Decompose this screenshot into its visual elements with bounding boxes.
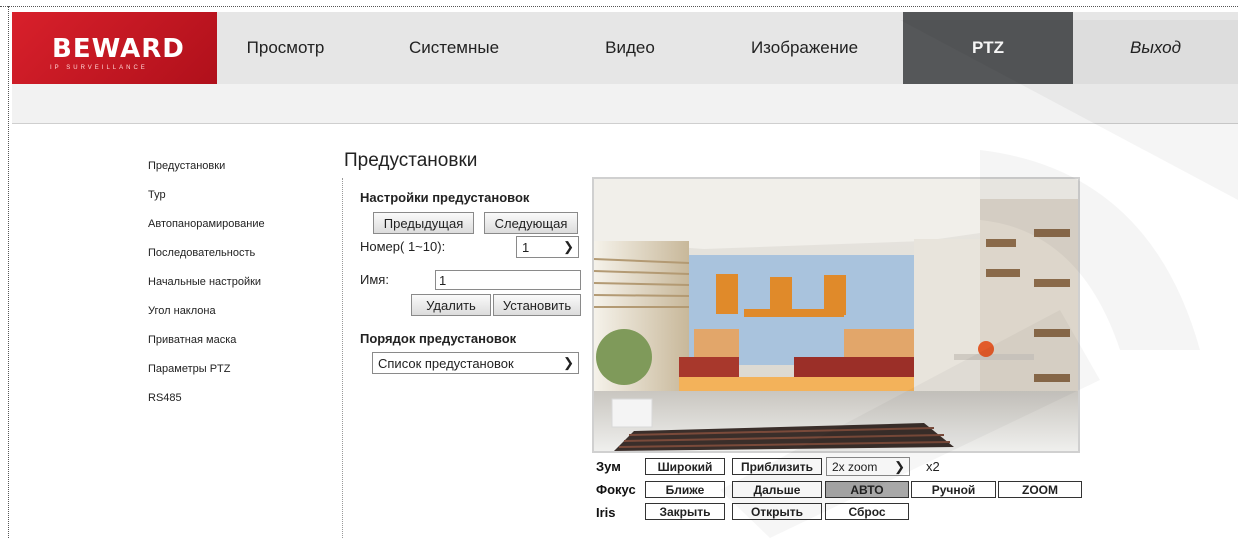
- preset-name-label: Имя:: [360, 272, 389, 287]
- preset-order-title: Порядок предустановок: [360, 331, 517, 346]
- preset-number-select[interactable]: 1 ❯: [516, 236, 579, 258]
- nav-logout[interactable]: Выход: [1073, 12, 1238, 84]
- preset-number-value: 1: [522, 239, 530, 255]
- nav-view[interactable]: Просмотр: [217, 12, 354, 84]
- iris-close-button[interactable]: Закрыть: [645, 503, 725, 520]
- top-navigation: BEWARD IP SURVEILLANCE Просмотр Системны…: [12, 12, 1238, 84]
- iris-open-button[interactable]: Открыть: [732, 503, 822, 520]
- focus-manual-button[interactable]: Ручной: [911, 481, 996, 498]
- preset-settings-title: Настройки предустановок: [360, 190, 530, 205]
- delete-preset-button[interactable]: Удалить: [411, 294, 491, 316]
- zoom-wide-button[interactable]: Широкий: [645, 458, 725, 475]
- sidebar: Предустановки Тур Автопанорамирование По…: [148, 157, 265, 418]
- sidebar-item-tour[interactable]: Тур: [148, 186, 265, 215]
- sidebar-item-autopan[interactable]: Автопанорамирование: [148, 215, 265, 244]
- focus-auto-button[interactable]: АВТО: [825, 481, 909, 498]
- nav-video[interactable]: Видео: [554, 12, 706, 84]
- zoom-level-value: 2x zoom: [832, 459, 878, 474]
- zoom-label: Зум: [596, 459, 621, 474]
- sidebar-item-initial-settings[interactable]: Начальные настройки: [148, 273, 265, 302]
- preset-list-value: Список предустановок: [378, 355, 514, 371]
- sidebar-item-ptz-params[interactable]: Параметры PTZ: [148, 360, 265, 389]
- page-frame-left: [8, 6, 9, 538]
- beward-logo[interactable]: BEWARD IP SURVEILLANCE: [12, 12, 217, 84]
- sidebar-item-tilt-angle[interactable]: Угол наклона: [148, 302, 265, 331]
- sidebar-item-presets[interactable]: Предустановки: [148, 157, 265, 186]
- nav-system[interactable]: Системные: [354, 12, 554, 84]
- camera-preview[interactable]: [592, 177, 1080, 453]
- focus-zoom-button[interactable]: ZOOM: [998, 481, 1082, 498]
- preset-name-field[interactable]: 1: [435, 270, 581, 290]
- set-preset-button[interactable]: Установить: [493, 294, 581, 316]
- zoom-level-select[interactable]: 2x zoom ❯: [826, 457, 910, 476]
- logo-tagline: IP SURVEILLANCE: [50, 65, 148, 71]
- preset-list-select[interactable]: Список предустановок ❯: [372, 352, 579, 374]
- sidebar-item-rs485[interactable]: RS485: [148, 389, 265, 418]
- focus-far-button[interactable]: Дальше: [732, 481, 822, 498]
- nav-ptz[interactable]: PTZ: [903, 12, 1073, 84]
- page-title: Предустановки: [344, 150, 478, 171]
- room-scene-image: [594, 179, 1078, 451]
- sub-toolbar: [12, 84, 1238, 124]
- nav-bar: Просмотр Системные Видео Изображение PTZ…: [217, 12, 1238, 84]
- zoom-value: x2: [926, 459, 940, 474]
- iris-reset-button[interactable]: Сброс: [825, 503, 909, 520]
- sidebar-item-sequence[interactable]: Последовательность: [148, 244, 265, 273]
- panel-divider: [342, 178, 343, 538]
- focus-label: Фокус: [596, 482, 636, 497]
- chevron-down-icon: ❯: [563, 239, 574, 254]
- prev-preset-button[interactable]: Предыдущая: [373, 212, 474, 234]
- nav-image[interactable]: Изображение: [706, 12, 903, 84]
- zoom-tele-button[interactable]: Приблизить: [732, 458, 822, 475]
- logo-text: BEWARD: [52, 34, 185, 64]
- page-frame-top: [0, 6, 1238, 7]
- chevron-down-icon: ❯: [563, 355, 574, 370]
- next-preset-button[interactable]: Следующая: [484, 212, 578, 234]
- iris-label: Iris: [596, 505, 616, 520]
- sidebar-item-privacy-mask[interactable]: Приватная маска: [148, 331, 265, 360]
- chevron-down-icon: ❯: [894, 459, 905, 474]
- preset-number-label: Номер( 1~10):: [360, 239, 446, 254]
- focus-near-button[interactable]: Ближе: [645, 481, 725, 498]
